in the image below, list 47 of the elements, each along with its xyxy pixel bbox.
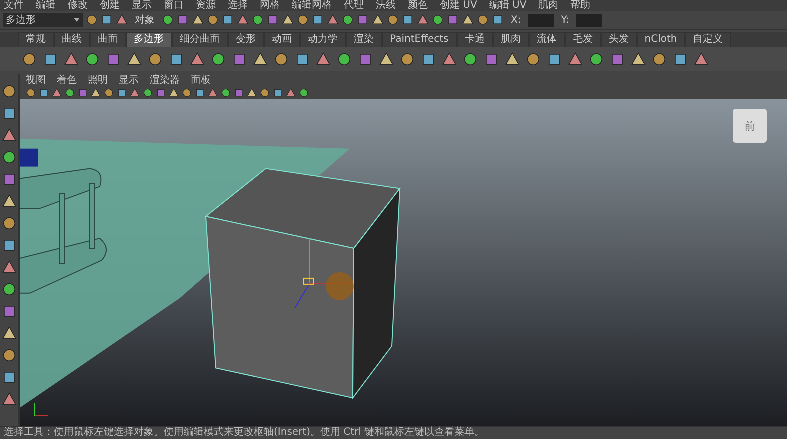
shelf-tab[interactable]: 细分曲面: [172, 32, 228, 47]
menu-item[interactable]: 编辑 UV: [489, 0, 527, 11]
x-input-field[interactable]: [528, 14, 554, 26]
menu-item[interactable]: 资源: [196, 0, 216, 11]
panel-menu-item[interactable]: 照明: [88, 73, 108, 87]
menu-item[interactable]: 编辑网格: [292, 0, 332, 11]
menu-item[interactable]: 选择: [228, 0, 248, 11]
panel-menu-item[interactable]: 渲染器: [150, 73, 180, 87]
menu-item[interactable]: 创建 UV: [440, 0, 478, 11]
shelf-tab[interactable]: 卡通: [456, 32, 493, 47]
shelf-tab[interactable]: 曲线: [54, 32, 90, 47]
panel-menu-item[interactable]: 面板: [191, 73, 211, 87]
menu-item[interactable]: 显示: [132, 0, 152, 11]
shelf-tab[interactable]: 多边形: [126, 32, 172, 47]
y-label: Y:: [561, 14, 570, 26]
panel-menu-item[interactable]: 视图: [26, 73, 46, 87]
shelf-tab[interactable]: 曲面: [90, 32, 126, 47]
menu-item[interactable]: 肌肉: [538, 0, 559, 11]
menu-item[interactable]: 修改: [68, 0, 88, 11]
panel-menu-item[interactable]: 着色: [57, 73, 77, 87]
menu-item[interactable]: 编辑: [36, 0, 56, 11]
panel-menu-item[interactable]: 显示: [119, 73, 139, 87]
mode-dropdown[interactable]: 多边形: [3, 13, 83, 27]
shelf-tab[interactable]: 自定义: [685, 32, 732, 47]
shelf-tab[interactable]: PaintEffects: [382, 32, 457, 47]
view-cube[interactable]: 前: [733, 109, 767, 143]
menu-item[interactable]: 代理: [344, 0, 364, 11]
shelf-tab[interactable]: 流体: [528, 32, 565, 47]
cursor-highlight: [326, 272, 354, 300]
menu-item[interactable]: 法线: [376, 0, 396, 11]
caret-icon: [74, 18, 80, 22]
menu-item[interactable]: 网格: [260, 0, 280, 11]
menu-item[interactable]: 创建: [100, 0, 120, 11]
shelf-tab[interactable]: 动力学: [300, 32, 346, 47]
menu-item[interactable]: 帮助: [570, 0, 591, 11]
shelf-tab[interactable]: 肌肉: [492, 32, 529, 47]
y-input-field[interactable]: [576, 14, 602, 26]
shelf-tab[interactable]: 渲染: [346, 32, 382, 47]
shelf-tab[interactable]: nCloth: [636, 32, 686, 47]
shelf-tab[interactable]: 头发: [600, 32, 637, 47]
shelf-tab[interactable]: 变形: [228, 32, 264, 47]
selection-mode-label: 对象: [135, 14, 155, 27]
shelf-tab[interactable]: 毛发: [564, 32, 601, 47]
axis-indicator-icon: [34, 402, 48, 417]
shelf-tab[interactable]: 动画: [264, 32, 300, 47]
shelf-tab[interactable]: 常规: [18, 32, 54, 47]
x-label: X:: [511, 14, 522, 26]
